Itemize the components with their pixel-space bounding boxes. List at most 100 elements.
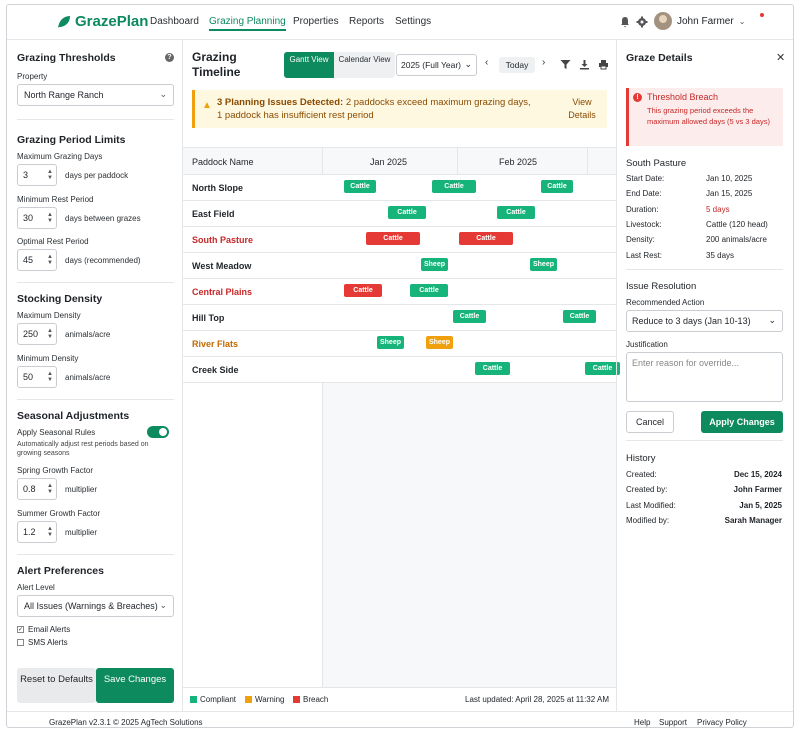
help-icon[interactable]: ? <box>165 53 174 62</box>
filter-icon[interactable] <box>560 59 571 70</box>
paddock-row[interactable]: Creek Side Cattle Cattle <box>183 357 620 383</box>
paddock-row[interactable]: South Pasture Cattle Cattle <box>183 227 616 253</box>
graze-bar[interactable]: Sheep <box>377 336 404 349</box>
stepper-icon[interactable]: ▲ ▼ <box>47 169 53 181</box>
min-rest-input[interactable]: 30 ▲ ▼ <box>17 207 57 229</box>
paddock-row[interactable]: West Meadow Sheep Sheep <box>183 253 616 279</box>
today-button[interactable]: Today <box>499 57 535 73</box>
view-details-link[interactable]: View Details <box>567 96 597 122</box>
download-icon[interactable] <box>579 59 590 70</box>
apply-changes-button[interactable]: Apply Changes <box>701 411 783 433</box>
close-icon[interactable]: ✕ <box>776 51 785 64</box>
opt-rest-input[interactable]: 45 ▲ ▼ <box>17 249 57 271</box>
graze-bar[interactable]: Cattle <box>388 206 426 219</box>
stepper-icon[interactable]: ▲ ▼ <box>47 526 53 538</box>
timeline-track: Sheep Sheep <box>322 331 616 356</box>
summer-input[interactable]: 1.2 ▲ ▼ <box>17 521 57 543</box>
chevron-right-icon[interactable]: › <box>542 57 545 68</box>
graze-details-panel: Graze Details ✕ ! Threshold Breach This … <box>616 40 793 711</box>
breach-alert: ! Threshold Breach This grazing period e… <box>626 88 783 146</box>
graze-bar[interactable]: Cattle <box>497 206 535 219</box>
graze-bar[interactable]: Cattle <box>366 232 420 245</box>
max-days-input[interactable]: 3 ▲ ▼ <box>17 164 57 186</box>
year-select[interactable]: 2025 (Full Year) ⌄ <box>396 54 477 76</box>
min-density-input[interactable]: 50 ▲ ▼ <box>17 366 57 388</box>
leaf-icon <box>58 15 70 28</box>
gantt-view-button[interactable]: Gantt View <box>284 52 334 78</box>
history-key: Modified by: <box>626 515 670 525</box>
paddock-row[interactable]: East Field Cattle Cattle <box>183 201 616 227</box>
period-title: Grazing Period Limits <box>17 134 126 146</box>
paddock-row[interactable]: River Flats Sheep Sheep <box>183 331 616 357</box>
breach-title: Threshold Breach <box>647 92 719 102</box>
opt-rest-unit: days (recommended) <box>65 256 141 265</box>
graze-bar[interactable]: Cattle <box>541 180 573 193</box>
spring-input[interactable]: 0.8 ▲ ▼ <box>17 478 57 500</box>
paddock-row[interactable]: North Slope Cattle Cattle Cattle <box>183 175 616 201</box>
nav-reports[interactable]: Reports <box>349 16 384 27</box>
nav-grazing-planning[interactable]: Grazing Planning <box>209 16 286 31</box>
logo[interactable]: GrazePlan <box>57 13 148 30</box>
max-density-input[interactable]: 250 ▲ ▼ <box>17 323 57 345</box>
nav-properties[interactable]: Properties <box>293 16 339 27</box>
save-changes-button[interactable]: Save Changes <box>96 668 174 703</box>
timeline-track: Cattle Cattle <box>322 279 616 304</box>
nav-settings[interactable]: Settings <box>395 16 431 27</box>
property-select[interactable]: North Range Ranch ⌄ <box>17 84 174 106</box>
graze-bar[interactable]: Sheep <box>421 258 448 271</box>
stepper-icon[interactable]: ▲ ▼ <box>47 483 53 495</box>
detail-value: 35 days <box>706 250 735 260</box>
detail-key: Last Rest: <box>626 250 663 260</box>
calendar-view-button[interactable]: Calendar View <box>334 52 395 78</box>
justification-label: Justification <box>626 340 668 349</box>
graze-bar[interactable]: Cattle <box>563 310 596 323</box>
min-rest-label: Minimum Rest Period <box>17 195 94 204</box>
graze-bar[interactable]: Cattle <box>432 180 476 193</box>
summer-unit: multiplier <box>65 528 98 537</box>
graze-bar[interactable]: Cattle <box>410 284 448 297</box>
stepper-icon[interactable]: ▲ ▼ <box>47 371 53 383</box>
reset-defaults-button[interactable]: Reset to Defaults <box>17 668 96 703</box>
stepper-icon[interactable]: ▲ ▼ <box>47 212 53 224</box>
last-updated: Last updated: April 28, 2025 at 11:32 AM <box>465 695 609 704</box>
details-title: Graze Details <box>626 52 693 64</box>
graze-bar[interactable]: Cattle <box>344 284 382 297</box>
graze-bar[interactable]: Cattle <box>344 180 376 193</box>
graze-bar[interactable]: Cattle <box>453 310 486 323</box>
recommended-action-select[interactable]: Reduce to 3 days (Jan 10-13) ⌄ <box>626 310 783 332</box>
seasonal-rules-toggle[interactable] <box>147 426 169 438</box>
graze-bar[interactable]: Sheep <box>426 336 453 349</box>
privacy-link[interactable]: Privacy Policy <box>697 718 747 727</box>
timeline-panel: Grazing Timeline Gantt View Calendar Vie… <box>183 40 620 711</box>
paddock-name: South Pasture <box>626 158 687 169</box>
cancel-button[interactable]: Cancel <box>626 411 674 433</box>
graze-bar[interactable]: Cattle <box>475 362 510 375</box>
graze-bar[interactable]: Cattle <box>585 362 620 375</box>
alert-level-select[interactable]: All Issues (Warnings & Breaches) ⌄ <box>17 595 174 617</box>
print-icon[interactable] <box>598 59 609 70</box>
breach-text: This grazing period exceeds the maximum … <box>647 106 770 126</box>
chevron-left-icon[interactable]: ‹ <box>485 57 488 68</box>
email-alerts-checkbox[interactable]: ✓ Email Alerts <box>17 625 70 634</box>
sms-alerts-checkbox[interactable]: SMS Alerts <box>17 638 68 647</box>
help-link[interactable]: Help <box>634 718 650 727</box>
min-rest-value: 30 <box>23 213 34 223</box>
stepper-icon[interactable]: ▲ ▼ <box>47 328 53 340</box>
user-menu[interactable]: John Farmer ⌄ <box>654 12 745 30</box>
spring-unit: multiplier <box>65 485 98 494</box>
bell-icon[interactable] <box>619 16 631 28</box>
paddock-row[interactable]: Hill Top Cattle Cattle <box>183 305 616 331</box>
support-link[interactable]: Support <box>659 718 687 727</box>
paddock-row[interactable]: Central Plains Cattle Cattle <box>183 279 616 305</box>
nav-dashboard[interactable]: Dashboard <box>150 16 199 27</box>
gear-icon[interactable] <box>636 16 648 28</box>
alert-level-label: Alert Level <box>17 583 55 592</box>
graze-bar[interactable]: Cattle <box>459 232 513 245</box>
spring-value: 0.8 <box>23 484 36 494</box>
stepper-icon[interactable]: ▲ ▼ <box>47 254 53 266</box>
justification-input[interactable]: Enter reason for override... <box>626 352 783 402</box>
detail-value: Jan 15, 2025 <box>706 189 753 199</box>
avatar <box>654 12 672 30</box>
graze-bar[interactable]: Sheep <box>530 258 557 271</box>
paddock-name: South Pasture <box>192 235 254 245</box>
